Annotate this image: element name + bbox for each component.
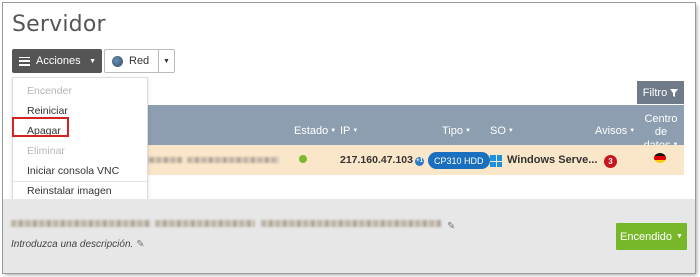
filter-icon	[670, 88, 679, 97]
acciones-label: Acciones	[36, 55, 81, 67]
redacted-server-name	[261, 220, 441, 227]
description-placeholder: Introduzca una descripción.	[11, 239, 134, 250]
column-so-label: SO	[490, 125, 506, 137]
pencil-icon[interactable]: ✎	[447, 221, 455, 232]
os-name: Windows Serve...	[507, 154, 598, 166]
chevron-down-icon: ▼	[89, 57, 96, 65]
column-avisos[interactable]: Avisos ▼	[595, 125, 635, 137]
column-estado-label: Estado	[294, 125, 329, 137]
column-estado[interactable]: Estado ▼	[294, 125, 336, 137]
redacted-text	[187, 157, 279, 163]
sort-icon: ▼	[352, 128, 359, 135]
menu-item-eliminar: Eliminar	[27, 145, 65, 157]
server-detail-bar	[3, 199, 695, 273]
power-status-label: Encendido	[620, 230, 673, 243]
apagar-highlight-box	[12, 117, 69, 137]
sort-icon: ▼	[330, 128, 337, 135]
status-indicator	[299, 155, 307, 163]
red-dropdown-toggle[interactable]: ▼	[158, 49, 175, 73]
menu-item-encender: Encender	[27, 85, 72, 97]
acciones-button[interactable]: Acciones ▼	[12, 49, 102, 73]
menu-item-reinstalar-imagen[interactable]: Reinstalar imagen	[27, 185, 112, 197]
ip-address[interactable]: 217.160.47.103 +1	[340, 154, 424, 166]
filter-button[interactable]: Filtro	[637, 81, 684, 104]
red-button[interactable]: Red	[104, 49, 159, 73]
windows-logo-icon	[490, 155, 502, 167]
redacted-server-name	[11, 220, 151, 227]
sort-icon: ▼	[629, 128, 636, 135]
column-tipo[interactable]: Tipo ▼	[442, 125, 471, 137]
server-panel: Servidor Acciones ▼ Red ▼ Filtro Estado ▼…	[3, 3, 695, 273]
acciones-dropdown-menu: Encender Reiniciar Apagar Eliminar Inici…	[12, 77, 148, 201]
globe-icon	[112, 55, 123, 67]
power-status-button[interactable]: Encendido ▼	[616, 223, 687, 250]
red-label: Red	[129, 55, 150, 67]
menu-item-iniciar-consola-vnc[interactable]: Iniciar consola VNC	[27, 165, 119, 177]
redacted-server-name	[155, 220, 255, 227]
germany-flag-icon	[654, 153, 666, 163]
ip-value: 217.160.47.103	[340, 154, 413, 166]
column-avisos-label: Avisos	[595, 125, 628, 137]
chevron-down-icon: ▼	[163, 57, 170, 65]
description-field[interactable]: Introduzca una descripción. ✎	[11, 239, 145, 250]
alerts-count-badge[interactable]: 3	[604, 155, 617, 168]
menu-divider	[13, 181, 147, 182]
redacted-text	[142, 157, 182, 163]
page-title: Servidor	[12, 12, 106, 37]
column-so[interactable]: SO ▼	[490, 125, 514, 137]
column-tipo-label: Tipo	[442, 125, 463, 137]
pencil-icon: ✎	[136, 239, 145, 250]
additional-ip-badge[interactable]: +1	[415, 157, 424, 166]
filter-label: Filtro	[642, 86, 668, 99]
menu-item-reiniciar[interactable]: Reiniciar	[27, 105, 68, 117]
server-type-badge: CP310 HDD	[428, 152, 490, 169]
column-ip[interactable]: IP ▼	[340, 125, 358, 137]
chevron-down-icon: ▼	[676, 233, 683, 240]
column-ip-label: IP	[340, 125, 351, 137]
column-centro-label-1: Centro de	[644, 113, 678, 138]
sort-icon: ▼	[507, 128, 514, 135]
sort-icon: ▼	[465, 128, 471, 135]
menu-list-icon	[19, 56, 30, 66]
